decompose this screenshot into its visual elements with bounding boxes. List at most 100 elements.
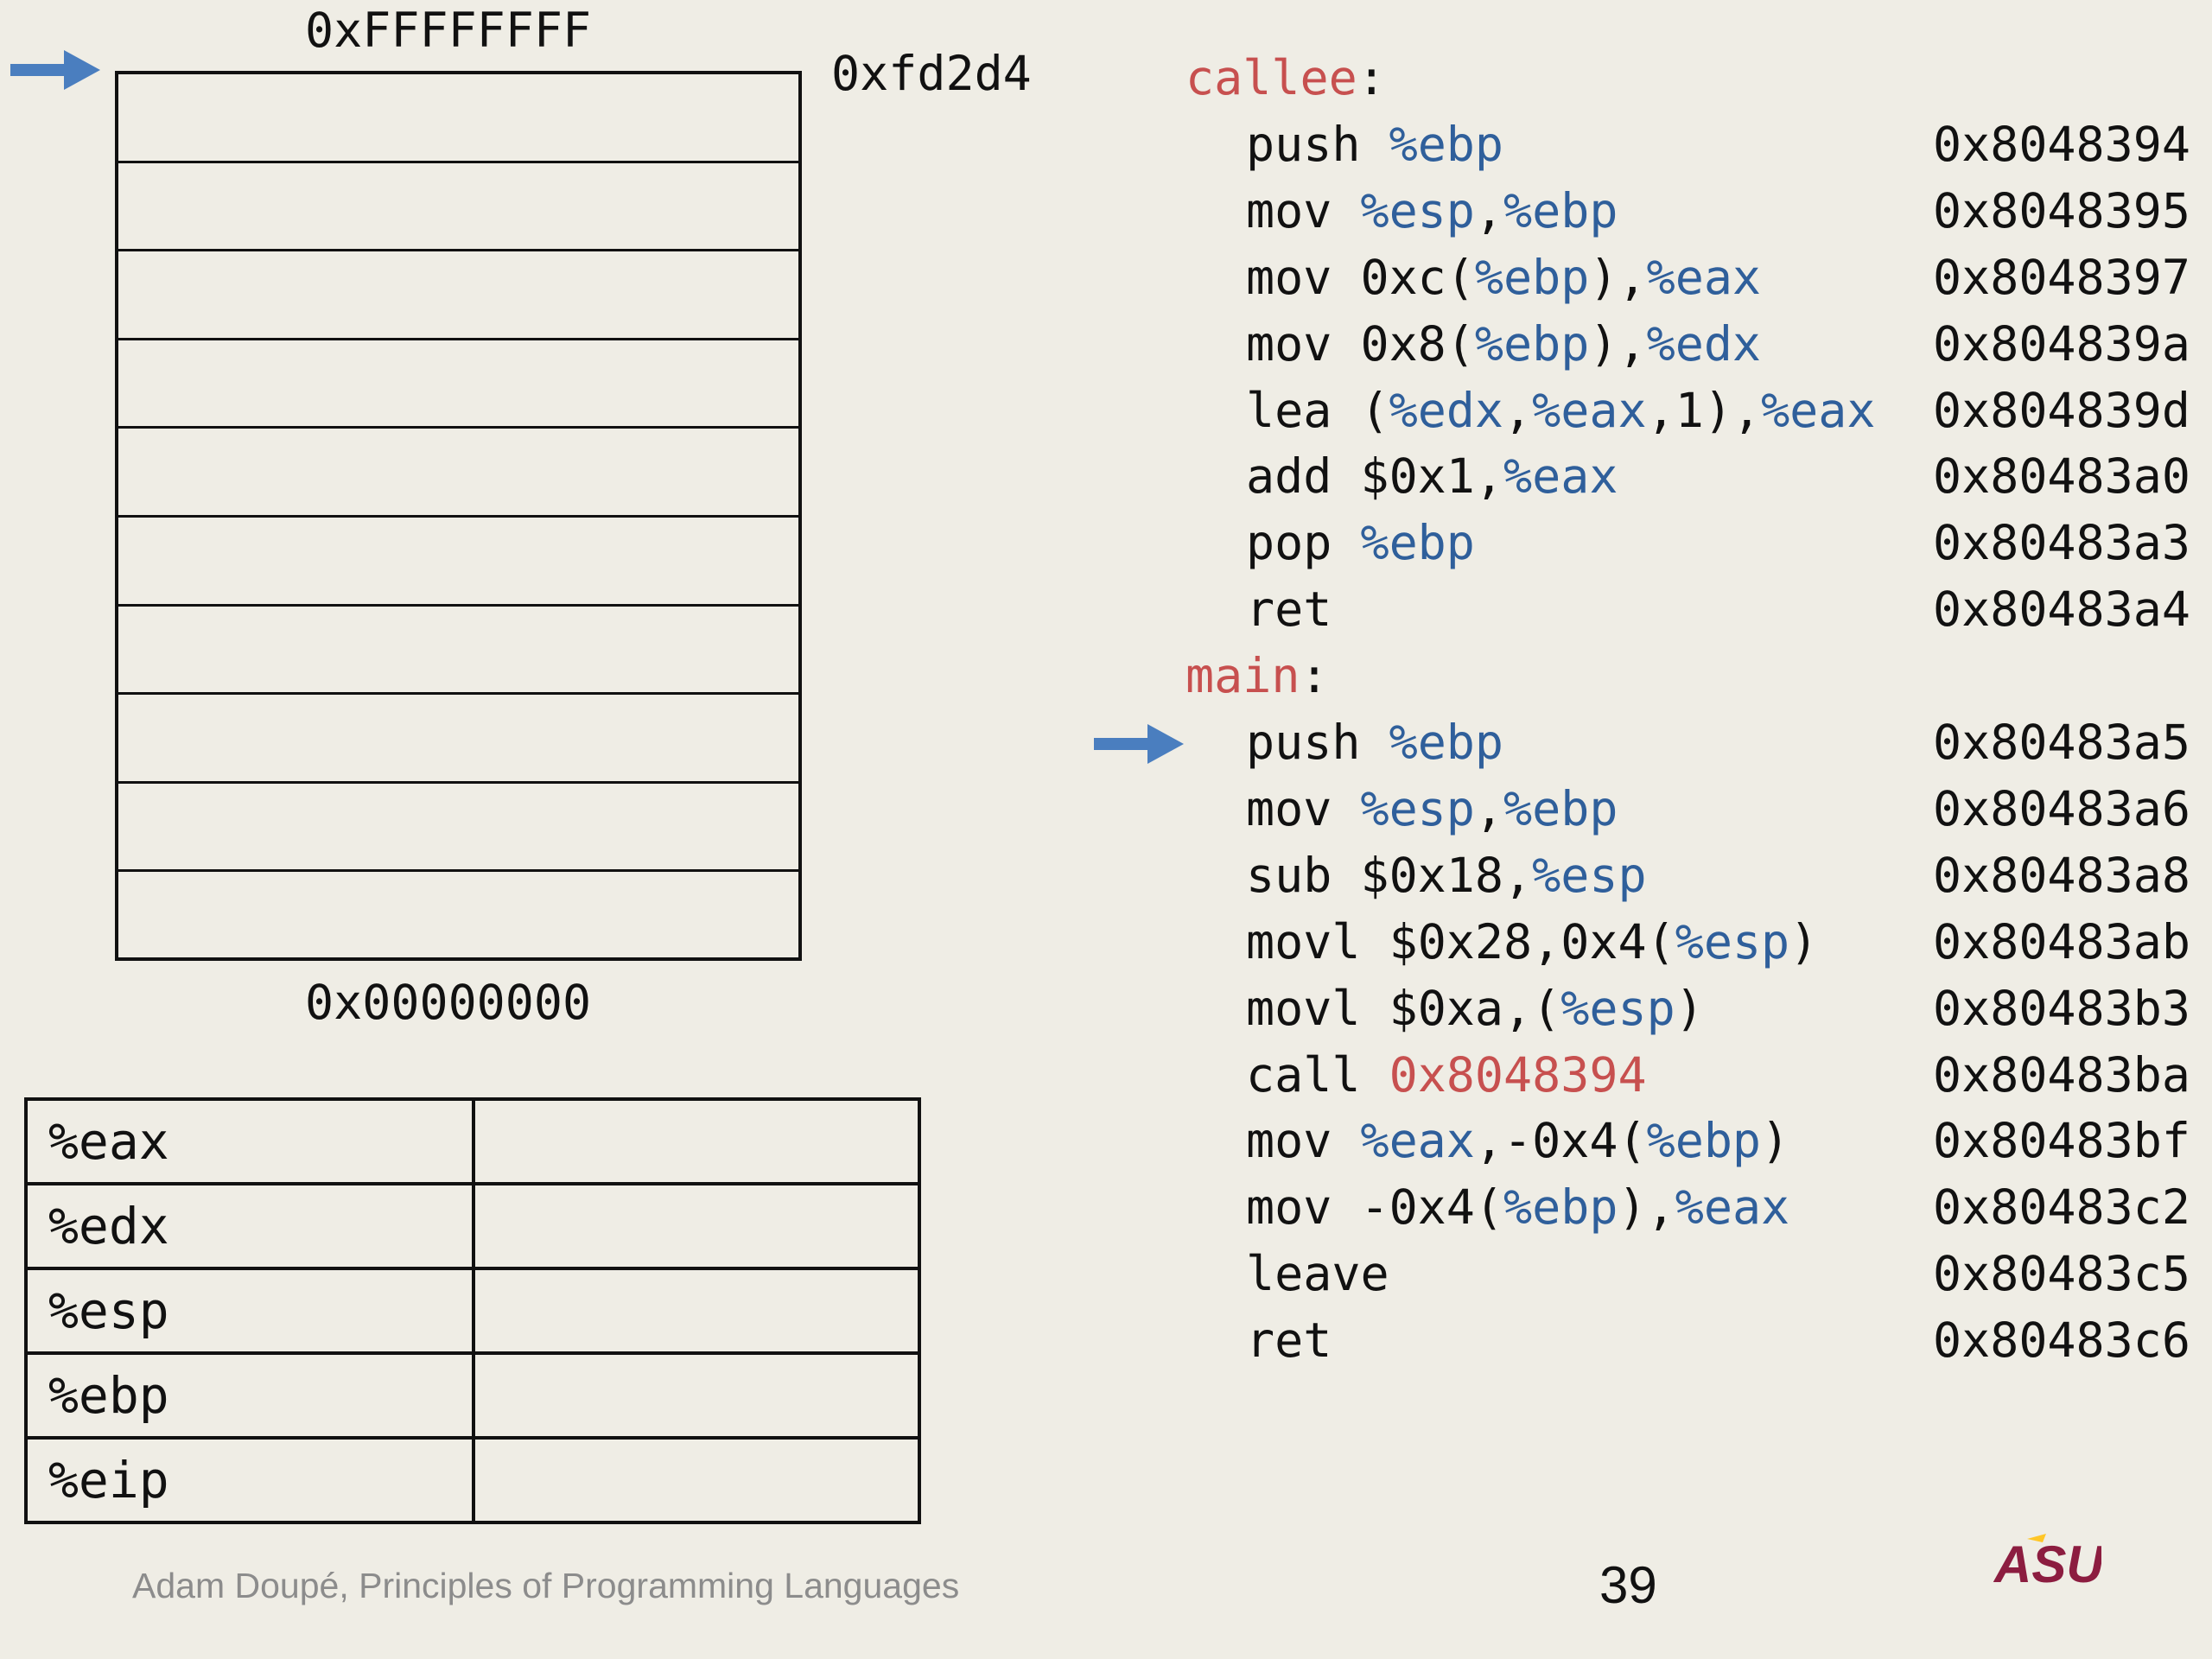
register-operand: %esp	[1360, 182, 1475, 238]
register-operand: %eax	[1675, 1179, 1790, 1236]
operand-text: (	[1360, 382, 1389, 438]
register-operand: %eax	[1761, 382, 1876, 438]
instruction-address: 0x80483c5	[1932, 1246, 2190, 1302]
register-operand: %ebp	[1474, 249, 1590, 305]
instruction-address: 0x804839d	[1932, 382, 2190, 438]
register-row: %ebp	[24, 1351, 921, 1440]
instruction-line: mov %esp,%ebp	[1246, 187, 1618, 235]
register-operand: %ebp	[1503, 1179, 1618, 1236]
stack-slot	[118, 695, 798, 784]
instruction-address: 0x80483a8	[1932, 847, 2190, 903]
operand-text: )	[1789, 913, 1819, 969]
footer-credit: Adam Doupé, Principles of Programming La…	[132, 1566, 960, 1605]
register-operand: %esp	[1532, 847, 1647, 903]
function-name: main	[1185, 648, 1300, 704]
register-operand: %eax	[1532, 382, 1647, 438]
register-operand: %ebp	[1389, 116, 1504, 172]
instruction-line: mov %esp,%ebp	[1246, 785, 1618, 833]
function-name: callee	[1185, 50, 1357, 105]
instruction-line: leave	[1246, 1250, 1389, 1298]
register-value	[472, 1351, 921, 1440]
instruction-address: 0x80483a3	[1932, 515, 2190, 571]
operand-text: ,-0x4(	[1474, 1113, 1647, 1169]
stack-slot	[118, 340, 798, 429]
operand-text: ),	[1589, 249, 1647, 305]
register-operand: %ebp	[1360, 515, 1475, 571]
instruction-address: 0x8048397	[1932, 249, 2190, 305]
instruction-address: 0x80483ba	[1932, 1046, 2190, 1103]
stack-top-address: 0xFFFFFFFF	[305, 3, 592, 58]
operand-text: )	[1761, 1113, 1790, 1169]
register-operand: %ebp	[1646, 1113, 1762, 1169]
stack-slot	[118, 607, 798, 696]
register-table: %eax %edx %esp %ebp %eip	[24, 1097, 921, 1524]
opcode: sub	[1246, 847, 1361, 903]
instruction-address: 0x8048394	[1932, 116, 2190, 172]
opcode: movl	[1246, 913, 1389, 969]
operand-text: 0xc(	[1360, 249, 1475, 305]
stack-bottom-address: 0x00000000	[305, 975, 592, 1030]
instruction-address: 0x80483c6	[1932, 1313, 2190, 1369]
stack-slot	[118, 251, 798, 340]
instruction-line: mov 0xc(%ebp),%eax	[1246, 253, 1761, 302]
instruction-line: ret	[1246, 586, 1332, 633]
stack-slot	[118, 74, 798, 163]
register-row: %eip	[24, 1436, 921, 1524]
opcode: lea	[1246, 382, 1361, 438]
opcode: pop	[1246, 515, 1361, 571]
opcode: ret	[1246, 1313, 1332, 1369]
operand-text: $0x18,	[1360, 847, 1533, 903]
label-colon: :	[1300, 648, 1329, 704]
register-row: %esp	[24, 1267, 921, 1355]
operand-text: -0x4(	[1360, 1179, 1504, 1236]
opcode: mov	[1246, 1179, 1361, 1236]
register-operand: %eax	[1360, 1113, 1475, 1169]
register-name: %eip	[24, 1436, 475, 1524]
instruction-line: mov -0x4(%ebp),%eax	[1246, 1184, 1789, 1231]
operand-text: $0x28,0x4(	[1389, 913, 1675, 969]
register-operand: %ebp	[1503, 182, 1618, 238]
page-number: 39	[1599, 1556, 1657, 1614]
opcode: call	[1246, 1046, 1389, 1103]
register-operand: %edx	[1646, 315, 1762, 372]
register-operand: %eax	[1646, 249, 1762, 305]
stack-slot	[118, 518, 798, 607]
register-value	[472, 1097, 921, 1185]
stack-slot	[118, 429, 798, 518]
stack-slot	[118, 784, 798, 873]
opcode: add	[1246, 448, 1361, 505]
register-operand: %ebp	[1389, 715, 1504, 770]
operand-text: $0x1,	[1360, 448, 1504, 505]
stack-diagram	[115, 71, 802, 961]
instruction-line: lea (%edx,%eax,1),%eax	[1246, 386, 1876, 435]
instruction-line: push %ebp	[1246, 120, 1503, 168]
register-operand: %ebp	[1474, 315, 1590, 372]
stack-pointer-arrow-icon	[10, 50, 100, 90]
register-name: %ebp	[24, 1351, 475, 1440]
opcode: movl	[1246, 980, 1389, 1036]
operand-text: ,	[1474, 182, 1504, 238]
register-operand: %esp	[1675, 913, 1790, 969]
register-value	[472, 1436, 921, 1524]
asu-logo: ASU	[1993, 1534, 2101, 1587]
instruction-line: pop %ebp	[1246, 519, 1475, 567]
opcode: mov	[1246, 1113, 1361, 1169]
stack-pointer-address: 0xfd2d4	[831, 46, 1032, 101]
register-operand: %esp	[1360, 780, 1475, 836]
operand-text: )	[1675, 980, 1704, 1036]
instruction-line: push %ebp	[1246, 719, 1503, 766]
opcode: mov	[1246, 780, 1361, 836]
instruction-address: 0x80483a0	[1932, 448, 2190, 505]
instruction-line: add $0x1,%eax	[1246, 453, 1618, 500]
instruction-line: movl $0x28,0x4(%esp)	[1246, 918, 1818, 966]
instruction-address: 0x80483ab	[1932, 913, 2190, 969]
register-row: %edx	[24, 1182, 921, 1270]
operand-text: $0xa,(	[1389, 980, 1561, 1036]
instruction-line: ret	[1246, 1317, 1332, 1364]
operand-text: ),	[1589, 315, 1647, 372]
register-row: %eax	[24, 1097, 921, 1185]
stack-slot	[118, 163, 798, 252]
function-label: callee:	[1185, 54, 1386, 102]
instruction-line: mov 0x8(%ebp),%edx	[1246, 320, 1761, 368]
svg-text:ASU: ASU	[1993, 1535, 2101, 1587]
